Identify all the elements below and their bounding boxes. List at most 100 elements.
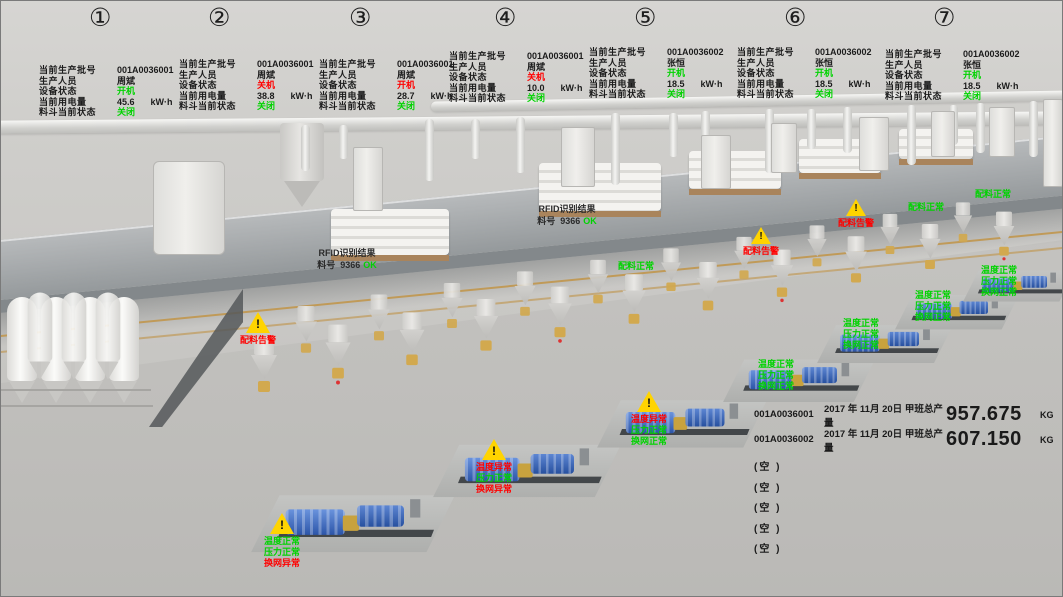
hopper-status-value: 关闭 [963,89,981,102]
hopper-status-label: 料斗当前状态 [39,105,117,118]
ok-text: 配料正常 [891,202,961,213]
rfid-material-value: 9366 [340,260,360,270]
vertical-pipe [807,109,816,149]
control-cabinet [561,127,595,187]
storage-tank [153,161,225,255]
status-line: 温度正常 [898,290,968,301]
hopper-status-value: 关闭 [397,99,415,112]
summary-empty-row: (空 ) [754,458,1060,479]
extruder-1-status: ! 温度正常 压力正常 换网异常 [247,513,317,569]
control-cabinet [353,147,383,211]
power-unit: kW·h [997,81,1019,91]
vertical-pipe [1029,101,1038,157]
warning-triangle-icon[interactable]: ! [270,513,294,534]
silo-frame [1,405,153,407]
status-line: 压力正常 [614,425,684,436]
status-line: 温度异常 [459,462,529,473]
hopper-status-label: 料斗当前状态 [319,99,397,112]
status-line: 温度正常 [247,536,317,547]
extruder-7-status: 温度正常 压力正常 换网正常 [964,265,1034,298]
hopper-status-value: 关闭 [117,105,135,118]
scada-3d-plant-view: ① ② ③ ④ ⑤ ⑥ ⑦ 当前生产批号001A0036001 生产人员周斌 设… [0,0,1063,597]
vertical-pipe [425,119,434,181]
raw-material-silo [62,293,87,362]
dosing-hopper [916,224,944,278]
control-cabinet [701,135,731,189]
dosing-hopper [321,324,354,389]
summary-total-value: 957.675 [946,403,1024,426]
power-unit: kW·h [291,91,313,101]
device-status-value: 开机 [667,66,685,79]
status-line: 温度正常 [964,265,1034,276]
dosing-hopper [619,274,650,333]
batching-alarm-label: ! 配料告警 [726,227,796,257]
dosing-hopper [658,248,684,299]
summary-empty-row: (空 ) [754,479,1060,500]
batching-ok-label: 配料正常 [891,202,961,213]
device-status-value: 关机 [527,70,545,83]
station-6-info-panel: 当前生产批号001A0036002 生产人员张恒 设备状态开机 当前用电量18.… [737,45,883,98]
hopper-status-label: 料斗当前状态 [885,89,963,102]
dosing-hopper [247,337,281,403]
warning-triangle-icon[interactable]: ! [482,439,506,460]
summary-batch: 001A0036002 [754,434,824,445]
status-line: 换网正常 [741,381,811,392]
control-cabinet [771,123,797,173]
station-number-5: ⑤ [634,3,656,33]
summary-unit: KG [1040,410,1054,420]
control-cabinet [859,117,889,171]
dosing-hopper [292,306,321,362]
rfid-ok-badge: OK [363,260,377,270]
control-cabinet [989,107,1015,157]
rfid-title: RFID识别结果 [289,247,405,259]
status-line: 压力正常 [898,301,968,312]
dosing-hopper [511,271,538,324]
batching-ok-label: 配料正常 [958,189,1028,200]
status-line: 压力正常 [247,547,317,558]
hopper-status-label: 料斗当前状态 [449,91,527,104]
power-unit: kW·h [151,97,173,107]
status-line: 换网正常 [964,287,1034,298]
station-number-1: ① [89,3,111,33]
control-cabinet [1043,99,1063,187]
hopper-status-value: 关闭 [815,87,833,100]
status-line: 换网正常 [826,340,896,351]
alarm-text: 配料告警 [726,246,796,257]
warning-triangle-icon[interactable]: ! [637,391,661,412]
summary-row: 001A0036002 2017 年 11月 20日 甲班总产量 607.150… [754,427,1060,452]
summary-unit: KG [1040,435,1054,445]
vertical-pipe [339,125,348,159]
rfid-result-label: RFID识别结果 料号 9366OK [289,247,405,271]
device-status-value: 开机 [397,78,415,91]
raw-material-silo [96,293,121,362]
station-1-info-panel: 当前生产批号001A0036001 生产人员周斌 设备状态开机 当前用电量45.… [39,63,185,116]
rfid-material-value: 9366 [560,216,580,226]
production-summary-panel: 001A0036001 2017 年 11月 20日 甲班总产量 957.675… [754,402,1060,561]
rfid-title: RFID识别结果 [509,203,625,215]
summary-empty-row: (空 ) [754,520,1060,541]
summary-total-value: 607.150 [946,428,1024,451]
warning-triangle-icon[interactable]: ! [751,227,771,244]
raw-material-silo [28,293,53,362]
summary-date-label: 2017 年 11月 20日 甲班总产量 [824,401,946,429]
dosing-hopper [804,225,829,274]
device-status-value: 开机 [815,66,833,79]
extruder-6-status: 温度正常 压力正常 换网正常 [898,290,968,323]
device-status-value: 关机 [257,78,275,91]
warning-triangle-icon[interactable]: ! [246,312,270,333]
vertical-pipe [471,119,480,159]
status-line: 压力正常 [826,329,896,340]
power-unit: kW·h [701,79,723,89]
vertical-pipe [843,107,852,153]
station-7-info-panel: 当前生产批号001A0036002 生产人员张恒 设备状态开机 当前用电量18.… [885,47,1031,100]
rfid-ok-badge: OK [583,216,597,226]
station-4-info-panel: 当前生产批号001A0036001 生产人员周斌 设备状态关机 当前用电量10.… [449,49,595,102]
dosing-hopper [990,212,1017,265]
vertical-pipe [976,103,985,153]
dosing-hopper [365,294,393,349]
warning-triangle-icon[interactable]: ! [846,199,866,216]
status-line: 压力正常 [964,276,1034,287]
summary-empty-row: (空 ) [754,499,1060,520]
dosing-hopper [767,249,796,306]
summary-row: 001A0036001 2017 年 11月 20日 甲班总产量 957.675… [754,402,1060,427]
